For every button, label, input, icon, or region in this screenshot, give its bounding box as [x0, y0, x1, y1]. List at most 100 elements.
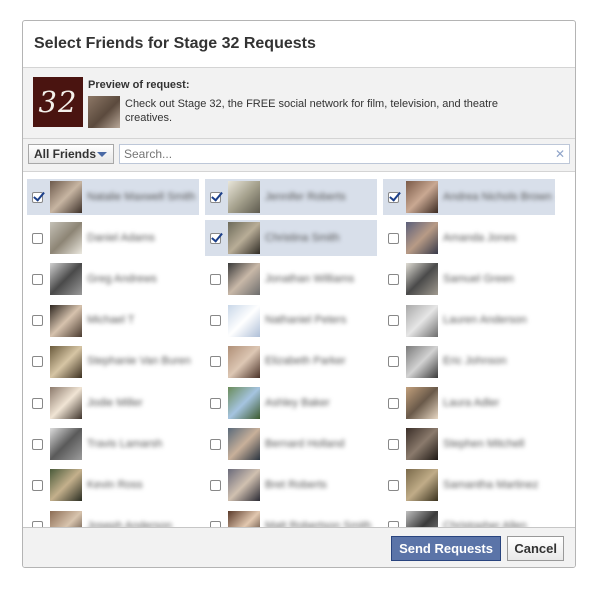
friend-item[interactable]: Jodie Miller	[27, 385, 199, 421]
friend-name: Samantha Martinez	[443, 478, 539, 491]
friend-photo	[50, 304, 82, 337]
friend-photo	[50, 263, 82, 296]
friend-name: Christina Smith	[265, 231, 340, 244]
friend-item[interactable]: Samantha Martinez	[383, 467, 555, 503]
friend-item[interactable]: Andrea Nichols Brown	[383, 179, 555, 215]
friend-photo	[228, 345, 260, 378]
friend-item[interactable]: Eric Johnson	[383, 344, 555, 380]
friend-name: Nathaniel Peters	[265, 314, 347, 327]
friend-photo	[228, 469, 260, 502]
friend-item[interactable]: Jonathan Williams	[205, 261, 377, 297]
stage32-logo: 32	[33, 77, 83, 127]
friend-item[interactable]: Stephen Mitchell	[383, 426, 555, 462]
friend-checkbox[interactable]	[210, 273, 221, 285]
friend-checkbox[interactable]	[388, 397, 399, 409]
friend-name: Stephanie Van Buren	[87, 355, 191, 368]
friend-checkbox[interactable]	[32, 232, 43, 244]
friend-item[interactable]: Elizabeth Parker	[205, 344, 377, 380]
friend-item[interactable]: Greg Andrews	[27, 261, 199, 297]
friend-photo	[406, 345, 438, 378]
friend-item[interactable]: Bernard Holland	[205, 426, 377, 462]
friend-checkbox[interactable]	[388, 191, 399, 203]
friend-photo	[406, 510, 438, 528]
friend-item[interactable]: Daniel Adams	[27, 220, 199, 256]
friend-item[interactable]: Amanda Jones	[383, 220, 555, 256]
friend-name: Jonathan Williams	[265, 272, 355, 285]
friend-name: Michael T	[87, 314, 135, 327]
search-box: ✕	[119, 144, 570, 164]
chevron-down-icon	[97, 152, 107, 157]
friend-checkbox[interactable]	[32, 438, 43, 450]
friend-checkbox[interactable]	[32, 479, 43, 491]
friend-item[interactable]: Samuel Green	[383, 261, 555, 297]
sender-avatar	[88, 96, 120, 128]
friend-checkbox[interactable]	[388, 479, 399, 491]
friend-list-filter-dropdown[interactable]: All Friends	[28, 144, 114, 164]
friend-name: Daniel Adams	[87, 231, 155, 244]
dialog-title: Select Friends for Stage 32 Requests	[34, 35, 316, 52]
friend-checkbox[interactable]	[210, 356, 221, 368]
friend-checkbox[interactable]	[388, 438, 399, 450]
friend-checkbox[interactable]	[210, 232, 221, 244]
friend-checkbox[interactable]	[210, 438, 221, 450]
friend-photo	[50, 428, 82, 461]
friend-item[interactable]: Natalie Maxwell Smith	[27, 179, 199, 215]
send-requests-button[interactable]: Send Requests	[391, 536, 501, 561]
friend-photo	[228, 263, 260, 296]
cancel-button[interactable]: Cancel	[507, 536, 564, 561]
friend-name: Greg Andrews	[87, 272, 157, 285]
friend-checkbox[interactable]	[210, 191, 221, 203]
friend-photo	[50, 510, 82, 528]
friend-checkbox[interactable]	[388, 315, 399, 327]
friend-checkbox[interactable]	[32, 191, 43, 203]
friend-checkbox[interactable]	[32, 315, 43, 327]
friend-name: Bret Roberts	[265, 478, 327, 491]
friend-item[interactable]: Laura Adler	[383, 385, 555, 421]
friend-checkbox[interactable]	[210, 479, 221, 491]
friend-item[interactable]: Stephanie Van Buren	[27, 344, 199, 380]
friend-checkbox[interactable]	[388, 356, 399, 368]
friend-search-input[interactable]	[120, 145, 548, 163]
clear-search-icon[interactable]: ✕	[555, 147, 565, 161]
friend-item[interactable]: Ashley Baker	[205, 385, 377, 421]
friend-item[interactable]: Joseph Anderson	[27, 509, 199, 528]
friend-photo	[50, 181, 82, 213]
friend-checkbox[interactable]	[32, 397, 43, 409]
preview-message: Check out Stage 32, the FREE social netw…	[125, 98, 498, 124]
friend-item[interactable]: Christina Smith	[205, 220, 377, 257]
friend-photo	[228, 181, 260, 213]
friend-name: Ashley Baker	[265, 396, 330, 409]
dialog-title-bar: Select Friends for Stage 32 Requests	[23, 21, 575, 68]
friend-item[interactable]: Christopher Allen	[383, 509, 555, 528]
filter-selected-label: All Friends	[34, 147, 97, 161]
friend-selector-grid[interactable]: Natalie Maxwell Smith Jennifer Roberts And…	[23, 173, 575, 528]
friend-item[interactable]: Kevin Ross	[27, 467, 199, 503]
friend-checkbox[interactable]	[210, 397, 221, 409]
friend-name: Natalie Maxwell Smith	[87, 190, 196, 203]
friend-checkbox[interactable]	[32, 356, 43, 368]
friend-item[interactable]: Jennifer Roberts	[205, 179, 377, 215]
friend-item[interactable]: Matt Robertson Smith	[205, 509, 377, 528]
friend-name: Kevin Ross	[87, 478, 143, 491]
friend-item[interactable]: Travis Lamarsh	[27, 426, 199, 462]
friend-item[interactable]: Michael T	[27, 303, 199, 339]
friend-checkbox[interactable]	[388, 273, 399, 285]
preview-heading: Preview of request:	[88, 79, 190, 91]
friend-checkbox[interactable]	[210, 315, 221, 327]
friend-checkbox[interactable]	[388, 232, 399, 244]
filter-bar: All Friends ✕	[23, 139, 575, 172]
friend-checkbox[interactable]	[32, 273, 43, 285]
friend-photo	[406, 387, 438, 419]
friend-photo	[406, 304, 438, 337]
friend-name: Amanda Jones	[443, 231, 517, 244]
friend-photo	[228, 510, 260, 528]
friend-photo	[50, 345, 82, 378]
friend-name: Bernard Holland	[265, 437, 345, 450]
friend-name: Laura Adler	[443, 396, 500, 409]
friend-item[interactable]: Nathaniel Peters	[205, 303, 377, 339]
friend-name: Elizabeth Parker	[265, 355, 346, 368]
friend-item[interactable]: Bret Roberts	[205, 467, 377, 503]
friend-name: Stephen Mitchell	[443, 437, 525, 450]
friend-name: Samuel Green	[443, 272, 514, 285]
friend-item[interactable]: Lauren Anderson	[383, 303, 555, 339]
